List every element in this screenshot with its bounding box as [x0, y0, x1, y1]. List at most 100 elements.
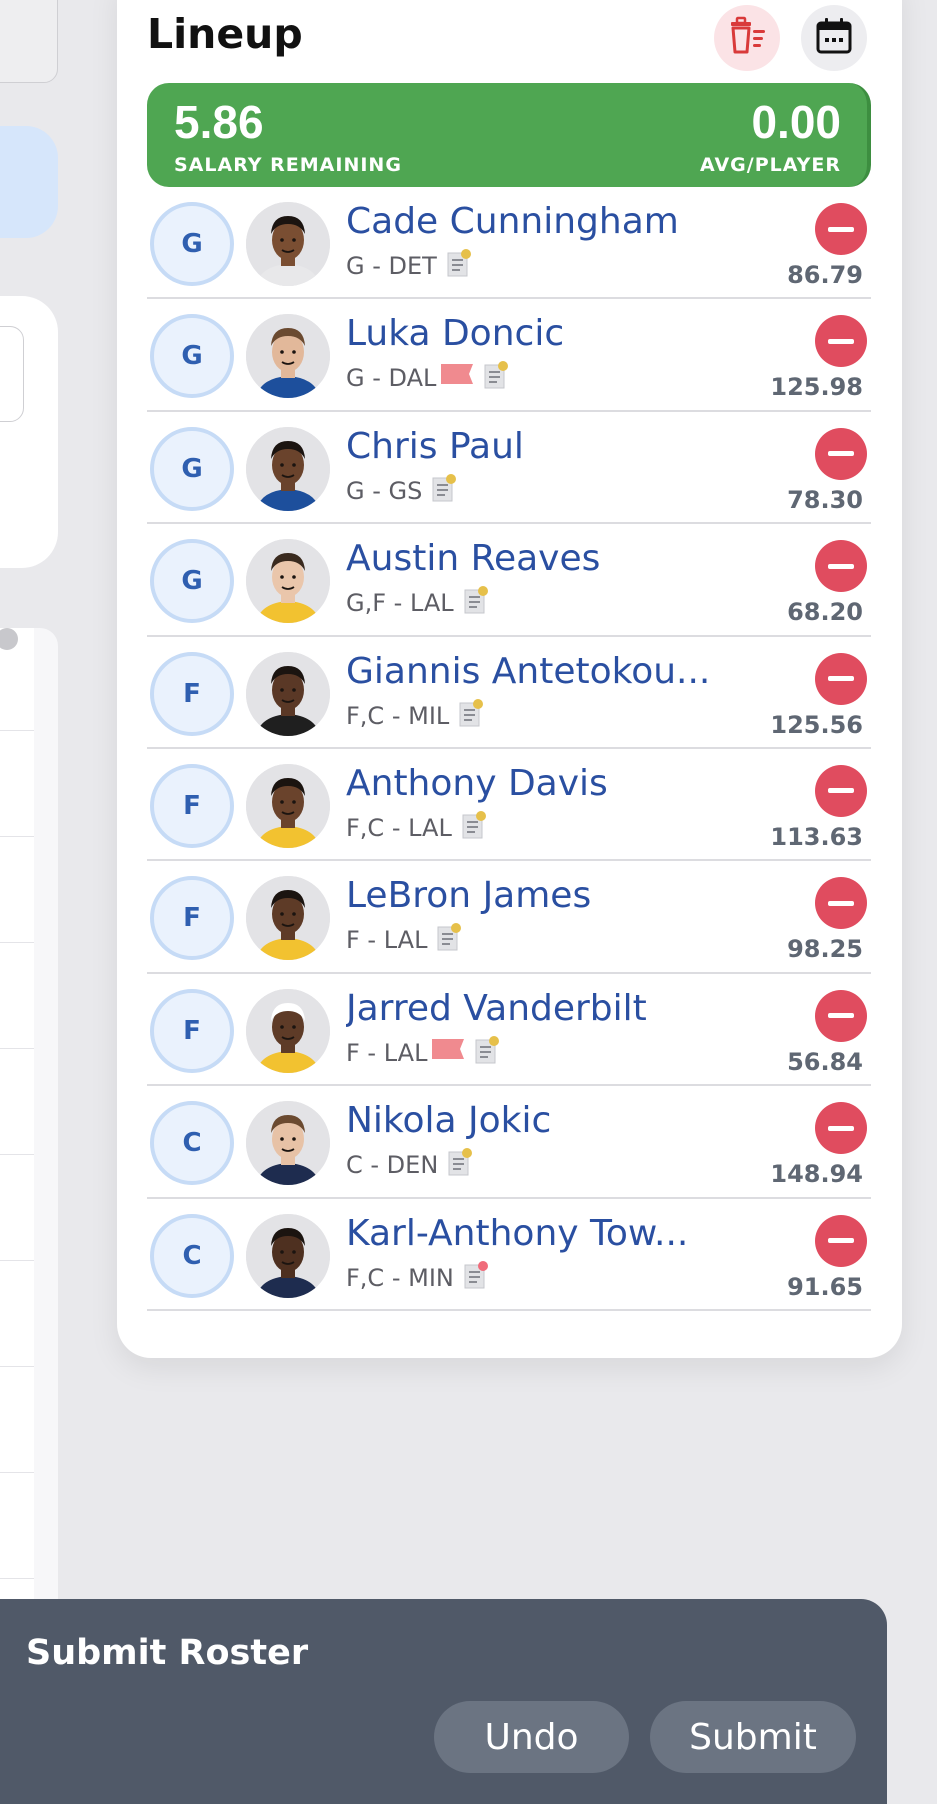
player-projected-points: 148.94: [770, 1160, 863, 1189]
player-meta: G - GS: [346, 473, 457, 508]
player-name[interactable]: Cade Cunningham: [346, 201, 726, 242]
remove-player-button[interactable]: [815, 652, 867, 705]
background-row-line: [0, 1048, 34, 1049]
avg-per-player-value: 0.00: [751, 96, 841, 148]
note-icon[interactable]: [459, 698, 484, 733]
position-slot-badge[interactable]: F: [150, 876, 234, 961]
player-row[interactable]: C Nikola Jokic C - DEN 148.94: [147, 1086, 871, 1199]
player-name[interactable]: Chris Paul: [346, 426, 726, 467]
note-icon[interactable]: [437, 923, 462, 957]
position-slot-badge[interactable]: G: [150, 539, 234, 624]
remove-player-button[interactable]: [815, 1214, 867, 1267]
note-icon[interactable]: [464, 1260, 488, 1295]
position-slot-badge[interactable]: C: [150, 1101, 234, 1186]
player-projected-points: 91.65: [787, 1272, 863, 1301]
player-name[interactable]: Nikola Jokic: [346, 1100, 726, 1141]
player-position-team: F,C - MIN: [346, 1263, 454, 1292]
remove-player-button[interactable]: [815, 1102, 867, 1155]
background-row-line: [0, 1154, 34, 1155]
lineup-title: Lineup: [147, 10, 303, 58]
salary-summary-bar: 5.86 SALARY REMAINING 0.00 AVG/PLAYER: [147, 83, 871, 187]
position-slot-label: F: [183, 1015, 201, 1046]
player-row[interactable]: F Giannis Antetokou... F,C - MIL 125.56: [147, 637, 871, 749]
player-position-team: F - LAL: [346, 1038, 428, 1067]
player-name[interactable]: Giannis Antetokou...: [346, 651, 726, 692]
player-row[interactable]: G Chris Paul G - GS 78.30: [147, 412, 871, 525]
clear-lineup-button[interactable]: [714, 5, 780, 71]
player-meta: G,F - LAL: [346, 586, 488, 620]
remove-player-button[interactable]: [815, 315, 867, 368]
background-row-line: [0, 1260, 34, 1261]
remove-icon: [828, 1013, 854, 1019]
note-icon[interactable]: [464, 586, 488, 620]
remove-player-button[interactable]: [815, 764, 867, 817]
player-meta: G - DAL: [346, 361, 509, 395]
player-meta: F,C - MIL: [346, 698, 484, 733]
player-projected-points: 113.63: [770, 822, 863, 851]
calendar-icon: [814, 16, 854, 60]
note-icon[interactable]: [432, 473, 457, 508]
player-list: G Cade Cunningham G - DET 86.79 G Luka D…: [147, 187, 871, 1311]
player-name[interactable]: Jarred Vanderbilt: [346, 988, 726, 1029]
player-position-team: C - DEN: [346, 1151, 439, 1180]
remove-player-button[interactable]: [815, 989, 867, 1042]
player-name[interactable]: Luka Doncic: [346, 313, 726, 354]
salary-remaining-value: 5.86: [174, 96, 264, 148]
player-avatar: [246, 1213, 330, 1298]
position-slot-badge[interactable]: G: [150, 314, 234, 399]
player-projected-points: 68.20: [787, 598, 863, 627]
player-name[interactable]: Anthony Davis: [346, 763, 726, 804]
position-slot-label: F: [183, 903, 201, 934]
player-position-team: G,F - LAL: [346, 589, 454, 618]
player-row[interactable]: G Austin Reaves G,F - LAL 68.20: [147, 524, 871, 637]
note-icon[interactable]: [447, 249, 471, 283]
player-row[interactable]: F Anthony Davis F,C - LAL 113.63: [147, 749, 871, 862]
submit-button[interactable]: Submit: [650, 1701, 856, 1773]
player-row[interactable]: G Cade Cunningham G - DET 86.79: [147, 187, 871, 300]
player-name[interactable]: Austin Reaves: [346, 538, 726, 579]
position-slot-label: F: [183, 678, 201, 709]
player-avatar: [246, 876, 330, 961]
position-slot-label: F: [183, 790, 201, 821]
position-slot-badge[interactable]: C: [150, 1213, 234, 1298]
note-icon[interactable]: [484, 361, 509, 395]
background-row-line: [0, 1472, 34, 1473]
background-row-line: [0, 1366, 34, 1367]
player-row[interactable]: F Jarred Vanderbilt F - LAL 56.84: [147, 974, 871, 1087]
calendar-button[interactable]: [801, 5, 867, 71]
player-position-team: G - DAL: [346, 364, 437, 393]
remove-player-button[interactable]: [815, 540, 867, 593]
salary-remaining-label: SALARY REMAINING: [174, 154, 402, 176]
note-icon[interactable]: [462, 810, 486, 845]
flag-icon[interactable]: [440, 362, 474, 394]
position-slot-label: G: [181, 229, 203, 259]
position-slot-badge[interactable]: G: [150, 426, 234, 511]
player-row[interactable]: C Karl-Anthony Tow... F,C - MIN 91.65: [147, 1199, 871, 1311]
player-position-team: F,C - MIL: [346, 701, 450, 730]
position-slot-label: C: [182, 1240, 202, 1271]
remove-player-button[interactable]: [815, 877, 867, 930]
player-name[interactable]: Karl-Anthony Tow...: [346, 1213, 726, 1254]
player-meta: F - LAL: [346, 923, 462, 957]
position-slot-badge[interactable]: G: [150, 202, 234, 286]
remove-player-button[interactable]: [815, 203, 867, 255]
remove-player-button[interactable]: [815, 427, 867, 480]
remove-icon: [828, 226, 854, 232]
note-icon[interactable]: [448, 1148, 473, 1182]
position-slot-badge[interactable]: F: [150, 763, 234, 848]
flag-icon[interactable]: [431, 1037, 465, 1069]
position-slot-badge[interactable]: F: [150, 651, 234, 736]
note-icon[interactable]: [475, 1035, 500, 1070]
position-slot-label: G: [181, 566, 203, 597]
player-position-team: F,C - LAL: [346, 813, 452, 842]
player-position-team: F - LAL: [346, 926, 428, 955]
background-input-fragment: [0, 326, 24, 422]
player-row[interactable]: G Luka Doncic G - DAL 125.98: [147, 299, 871, 412]
undo-button[interactable]: Undo: [434, 1701, 629, 1773]
position-slot-badge[interactable]: F: [150, 988, 234, 1073]
player-projected-points: 56.84: [787, 1047, 863, 1076]
background-row-line: [0, 836, 34, 837]
remove-icon: [828, 676, 854, 682]
player-row[interactable]: F LeBron James F - LAL 98.25: [147, 861, 871, 974]
player-name[interactable]: LeBron James: [346, 875, 726, 916]
